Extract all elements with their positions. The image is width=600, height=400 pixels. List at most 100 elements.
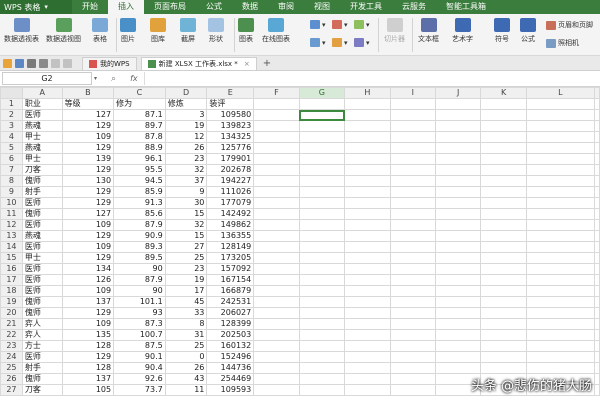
cell[interactable] (389, 351, 436, 363)
cell[interactable] (594, 340, 600, 352)
cell[interactable] (434, 142, 482, 154)
cell[interactable] (344, 98, 391, 110)
cell[interactable]: 25 (164, 340, 208, 352)
pivot-table-button[interactable]: 数据透视表 (4, 18, 39, 44)
cell[interactable] (594, 263, 600, 275)
cell[interactable] (344, 329, 391, 341)
cell[interactable]: 89.5 (113, 252, 166, 264)
cell[interactable] (525, 142, 596, 154)
row-header[interactable]: 3 (0, 120, 23, 132)
menu-item[interactable]: 视图 (304, 0, 340, 14)
cell[interactable]: 129 (61, 120, 115, 132)
cell[interactable]: 医师 (21, 219, 63, 231)
cell[interactable] (253, 98, 300, 110)
cell[interactable]: 医师 (21, 274, 63, 286)
cell[interactable] (389, 120, 436, 132)
cell[interactable] (434, 263, 482, 275)
cell[interactable] (389, 252, 436, 264)
cell[interactable] (434, 131, 482, 143)
cell[interactable] (480, 142, 527, 154)
row-header[interactable]: 21 (0, 318, 23, 330)
cell[interactable] (344, 197, 391, 209)
cell[interactable] (389, 296, 436, 308)
cell[interactable]: 医师 (21, 285, 63, 297)
cell[interactable] (525, 197, 596, 209)
cell[interactable] (253, 274, 300, 286)
cell[interactable]: 燕魂 (21, 230, 63, 242)
cell[interactable] (298, 120, 346, 132)
cell[interactable]: 149862 (206, 219, 255, 231)
cell[interactable]: 医师 (21, 263, 63, 275)
cell[interactable] (298, 340, 346, 352)
cell[interactable]: 100.7 (113, 329, 166, 341)
select-all-corner[interactable] (0, 87, 23, 99)
cell[interactable] (298, 98, 346, 110)
cell[interactable] (389, 142, 436, 154)
cell[interactable] (389, 197, 436, 209)
cell[interactable] (344, 362, 391, 374)
cell[interactable] (480, 109, 527, 121)
cell[interactable]: 装评 (206, 98, 255, 110)
cell[interactable] (389, 219, 436, 231)
cell[interactable] (253, 230, 300, 242)
cell[interactable] (298, 153, 346, 165)
cell[interactable] (480, 120, 527, 132)
column-chart-button[interactable]: ▾ (310, 20, 326, 29)
cell[interactable]: 128 (61, 340, 115, 352)
cell[interactable]: 92.6 (113, 373, 166, 385)
cell[interactable] (344, 241, 391, 253)
cell[interactable]: 12 (164, 131, 208, 143)
cell[interactable]: 87.9 (113, 274, 166, 286)
cell[interactable] (594, 164, 600, 176)
cell[interactable] (298, 362, 346, 374)
cell[interactable]: 90.4 (113, 362, 166, 374)
row-header[interactable]: 23 (0, 340, 23, 352)
cell[interactable]: 179901 (206, 153, 255, 165)
cell[interactable]: 152496 (206, 351, 255, 363)
cell[interactable] (253, 252, 300, 264)
document-tab[interactable]: 新建 XLSX 工作表.xlsx * × (140, 56, 257, 70)
cell[interactable] (480, 340, 527, 352)
cell[interactable] (525, 208, 596, 220)
cell[interactable]: 87.5 (113, 340, 166, 352)
cell[interactable] (525, 241, 596, 253)
cell[interactable] (525, 285, 596, 297)
cell[interactable] (253, 263, 300, 275)
cell[interactable] (344, 120, 391, 132)
cell[interactable]: 燕魂 (21, 142, 63, 154)
menu-item[interactable]: 数据 (232, 0, 268, 14)
cell[interactable]: 傀师 (21, 373, 63, 385)
cell[interactable]: 15 (164, 230, 208, 242)
save-icon[interactable] (15, 58, 24, 68)
cell[interactable]: 135 (61, 329, 115, 341)
cell[interactable] (389, 241, 436, 253)
cell[interactable] (594, 373, 600, 385)
row-header[interactable]: 8 (0, 175, 23, 187)
cell[interactable]: 修为 (113, 98, 166, 110)
cell[interactable] (344, 219, 391, 231)
cell[interactable] (594, 296, 600, 308)
column-header[interactable]: B (61, 87, 115, 99)
cell[interactable] (434, 186, 482, 198)
cell[interactable] (389, 384, 436, 396)
cell[interactable] (594, 241, 600, 253)
cell[interactable]: 109 (61, 285, 115, 297)
cell[interactable] (594, 120, 600, 132)
cell[interactable] (389, 175, 436, 187)
cell[interactable] (480, 153, 527, 165)
cell[interactable]: 甲士 (21, 252, 63, 264)
menu-item[interactable]: 智能工具箱 (436, 0, 496, 14)
cell[interactable]: 26 (164, 142, 208, 154)
cell[interactable] (594, 351, 600, 363)
column-header[interactable]: L (525, 87, 596, 99)
cell[interactable]: 126 (61, 274, 115, 286)
row-header[interactable]: 11 (0, 208, 23, 220)
cell[interactable] (344, 252, 391, 264)
cell[interactable]: 医师 (21, 351, 63, 363)
cell[interactable]: 134325 (206, 131, 255, 143)
cell[interactable] (344, 296, 391, 308)
row-header[interactable]: 18 (0, 285, 23, 297)
cell[interactable] (434, 197, 482, 209)
cell[interactable] (594, 252, 600, 264)
cell[interactable] (344, 208, 391, 220)
